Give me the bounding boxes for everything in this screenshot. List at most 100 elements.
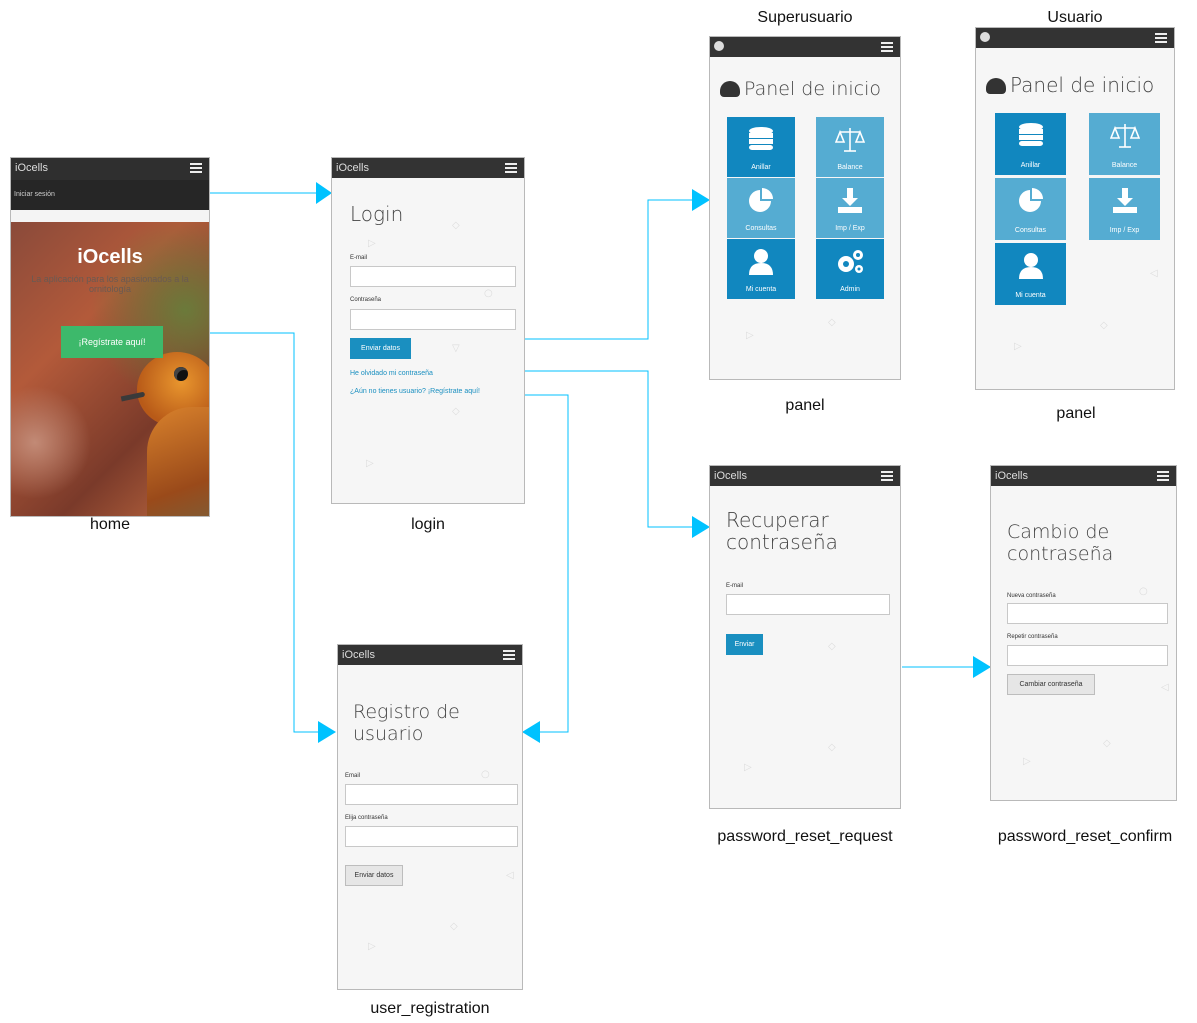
panel-title: Panel de inicio bbox=[720, 78, 881, 100]
decor-diamond: ◇ bbox=[1103, 738, 1111, 749]
tile-mi-cuenta[interactable]: Mi cuenta bbox=[727, 239, 795, 299]
home-screen: iOcells Iniciar sesión iOcells La aplica… bbox=[10, 157, 210, 517]
repeat-password-field[interactable] bbox=[1007, 645, 1168, 666]
dashboard-icon[interactable] bbox=[980, 32, 990, 42]
tile-balance[interactable]: Balance bbox=[1089, 113, 1160, 175]
tile-admin[interactable]: Admin bbox=[816, 239, 884, 299]
register-link[interactable]: ¿Aún no tienes usuario? ¡Regístrate aquí… bbox=[350, 388, 480, 395]
registration-screen: iOcells ○ ◁ ◇ ▷ Registro de usuario Emai… bbox=[337, 644, 523, 990]
tile-balance[interactable]: Balance bbox=[816, 117, 884, 177]
hero-subtitle: La aplicación para los apasionados a la … bbox=[31, 274, 189, 294]
caption-password-reset-request: password_reset_request bbox=[717, 828, 893, 845]
dashboard-icon[interactable] bbox=[714, 41, 724, 51]
decor-circle: ○ bbox=[481, 769, 490, 780]
label-superuser: Superusuario bbox=[757, 9, 853, 26]
caption-login: login bbox=[411, 516, 445, 533]
scale-icon bbox=[1089, 121, 1160, 151]
panel-user-screen: Panel de inicio Anillar Balance Consultas I… bbox=[975, 27, 1175, 390]
gears-icon bbox=[816, 247, 884, 277]
menu-icon[interactable] bbox=[1155, 33, 1167, 43]
submit-button[interactable]: Enviar datos bbox=[345, 865, 403, 886]
reset-request-title-line2: contraseña bbox=[726, 530, 838, 554]
registration-topbar: iOcells bbox=[338, 645, 522, 665]
menu-icon[interactable] bbox=[881, 42, 893, 52]
decor-circle: ○ bbox=[484, 288, 493, 299]
menu-icon[interactable] bbox=[881, 471, 893, 481]
tile-imp-exp[interactable]: Imp / Exp bbox=[1089, 178, 1160, 240]
caption-user-registration: user_registration bbox=[370, 1000, 490, 1017]
decor-triangle: ◁ bbox=[1161, 682, 1169, 693]
tile-mi-cuenta[interactable]: Mi cuenta bbox=[995, 243, 1066, 305]
tile-label: Mi cuenta bbox=[1015, 292, 1046, 299]
arrowhead-registration-left bbox=[318, 721, 336, 743]
submit-button[interactable]: Enviar datos bbox=[350, 338, 411, 359]
decor-triangle: ◁ bbox=[1150, 268, 1158, 279]
menu-icon[interactable] bbox=[190, 163, 202, 173]
connector-login-registration bbox=[524, 394, 569, 733]
tile-label: Balance bbox=[837, 164, 863, 171]
decor-diamond: ◇ bbox=[450, 921, 458, 932]
database-icon bbox=[995, 121, 1066, 151]
tile-label: Imp / Exp bbox=[835, 225, 865, 232]
login-topbar: iOcells bbox=[332, 158, 524, 178]
password-field[interactable] bbox=[345, 826, 518, 847]
login-menu-item[interactable]: Iniciar sesión bbox=[14, 191, 55, 198]
connector-login-reset bbox=[524, 370, 694, 528]
menu-icon[interactable] bbox=[503, 650, 515, 660]
submit-button[interactable]: Cambiar contraseña bbox=[1007, 674, 1095, 695]
app-name: iOcells bbox=[995, 470, 1029, 482]
decor-diamond: ◇ bbox=[1100, 320, 1108, 331]
register-hero-button[interactable]: ¡Regístrate aquí! bbox=[61, 326, 163, 358]
login-screen: iOcells ◇ ▷ ○ ▽ ◇ ▷ Login E-mail Contras… bbox=[331, 157, 525, 504]
decor-triangle: ▷ bbox=[744, 762, 752, 773]
hero-image: iOcells La aplicación para los apasionad… bbox=[11, 222, 209, 516]
tile-label: Mi cuenta bbox=[745, 286, 777, 293]
download-icon bbox=[816, 186, 884, 216]
app-name: iOcells bbox=[342, 649, 376, 661]
forgot-password-link[interactable]: He olvidado mi contraseña bbox=[350, 370, 433, 377]
decor-diamond: ◇ bbox=[452, 220, 460, 231]
email-field[interactable] bbox=[350, 266, 516, 287]
app-name: iOcells bbox=[336, 162, 370, 174]
robin-bird bbox=[120, 352, 209, 516]
registration-title-line1: Registro de bbox=[353, 701, 460, 723]
email-label: E-mail bbox=[726, 583, 744, 589]
decor-triangle: ▷ bbox=[1023, 756, 1031, 767]
submit-button[interactable]: Enviar bbox=[726, 634, 763, 655]
menu-icon[interactable] bbox=[1157, 471, 1169, 481]
tile-label: Anillar bbox=[1020, 162, 1041, 169]
connector-home-registration bbox=[197, 332, 324, 733]
caption-panel-user: panel bbox=[1056, 405, 1096, 422]
reset-confirm-title-line2: contraseña bbox=[1007, 543, 1114, 565]
decor-triangle: ◁ bbox=[506, 870, 514, 881]
reset-request-title-line1: Recuperar bbox=[726, 508, 829, 532]
decor-triangle: ▷ bbox=[368, 238, 376, 249]
decor-diamond: ◇ bbox=[828, 641, 836, 652]
label-user: Usuario bbox=[1047, 9, 1103, 26]
decor-triangle: ▷ bbox=[366, 458, 374, 469]
pie-chart-icon bbox=[727, 186, 795, 216]
password-label: Elija contraseña bbox=[345, 815, 388, 821]
reset-confirm-title-line1: Cambio de bbox=[1007, 521, 1110, 543]
tile-anillar[interactable]: Anillar bbox=[995, 113, 1066, 175]
tile-consultas[interactable]: Consultas bbox=[727, 178, 795, 238]
download-icon bbox=[1089, 186, 1160, 216]
email-field[interactable] bbox=[345, 784, 518, 805]
email-field[interactable] bbox=[726, 594, 890, 615]
panel-topbar bbox=[976, 28, 1174, 48]
decor-diamond: ◇ bbox=[828, 742, 836, 753]
tile-imp-exp[interactable]: Imp / Exp bbox=[816, 178, 884, 238]
tile-anillar[interactable]: Anillar bbox=[727, 117, 795, 177]
decor-circle: ○ bbox=[1139, 586, 1148, 597]
new-password-field[interactable] bbox=[1007, 603, 1168, 624]
password-field[interactable] bbox=[350, 309, 516, 330]
tile-label: Balance bbox=[1111, 162, 1138, 169]
reset-confirm-topbar: iOcells bbox=[991, 466, 1176, 486]
decor-triangle: ▷ bbox=[368, 941, 376, 952]
tile-consultas[interactable]: Consultas bbox=[995, 178, 1066, 240]
decor-triangle: ▽ bbox=[452, 343, 460, 354]
decor-diamond: ◇ bbox=[828, 317, 836, 328]
home-topbar: iOcells bbox=[11, 158, 209, 180]
menu-icon[interactable] bbox=[505, 163, 517, 173]
dashboard-icon bbox=[986, 78, 1006, 94]
